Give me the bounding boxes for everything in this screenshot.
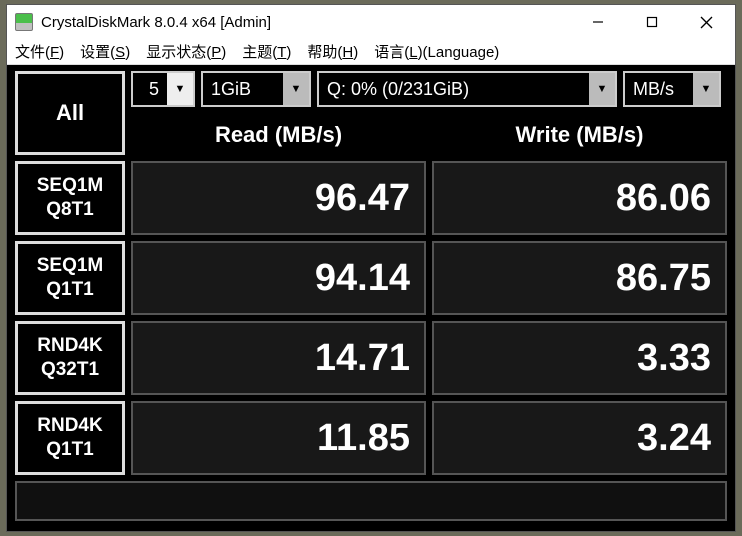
client-area: All 5 ▼ 1GiB ▼ Q: 0% (0/231GiB) ▼ MB/s ▼…	[7, 65, 735, 531]
test-size-select[interactable]: 1GiB ▼	[201, 71, 311, 107]
menu-language[interactable]: 语言(L)(Language)	[374, 41, 499, 62]
column-headers: Read (MB/s) Write (MB/s)	[15, 115, 727, 155]
test-button-seq1m-q1t1[interactable]: SEQ1M Q1T1	[15, 241, 125, 315]
test-label-line2: Q8T1	[46, 198, 94, 222]
test-label-line1: RND4K	[37, 414, 102, 438]
test-button-rnd4k-q1t1[interactable]: RND4K Q1T1	[15, 401, 125, 475]
maximize-icon	[646, 16, 658, 28]
write-header: Write (MB/s)	[432, 122, 727, 148]
read-value: 94.14	[131, 241, 426, 315]
chevron-down-icon: ▼	[167, 73, 193, 105]
chevron-down-icon: ▼	[589, 73, 615, 105]
top-controls-row: All 5 ▼ 1GiB ▼ Q: 0% (0/231GiB) ▼ MB/s ▼	[15, 71, 727, 111]
menu-display-state[interactable]: 显示状态(P)	[146, 41, 226, 62]
run-count-select[interactable]: 5 ▼	[131, 71, 195, 107]
drive-select[interactable]: Q: 0% (0/231GiB) ▼	[317, 71, 617, 107]
test-button-rnd4k-q32t1[interactable]: RND4K Q32T1	[15, 321, 125, 395]
test-row-seq1m-q1t1: SEQ1M Q1T1 94.14 86.75	[15, 241, 727, 315]
test-label-line1: RND4K	[37, 334, 102, 358]
minimize-button[interactable]	[571, 5, 625, 39]
test-row-seq1m-q8t1: SEQ1M Q8T1 96.47 86.06	[15, 161, 727, 235]
menu-help[interactable]: 帮助(H)	[307, 41, 358, 62]
minimize-icon	[592, 16, 604, 28]
maximize-button[interactable]	[625, 5, 679, 39]
chevron-down-icon: ▼	[693, 73, 719, 105]
write-value: 3.24	[432, 401, 727, 475]
read-header: Read (MB/s)	[131, 122, 426, 148]
menu-file[interactable]: 文件(F)	[15, 41, 64, 62]
unit-value: MB/s	[625, 79, 693, 100]
test-row-rnd4k-q32t1: RND4K Q32T1 14.71 3.33	[15, 321, 727, 395]
close-icon	[700, 16, 713, 29]
app-icon	[15, 13, 33, 31]
test-label-line2: Q32T1	[41, 358, 99, 382]
window-title: CrystalDiskMark 8.0.4 x64 [Admin]	[41, 14, 571, 31]
test-label-line2: Q1T1	[46, 278, 94, 302]
close-button[interactable]	[679, 5, 733, 39]
read-value: 96.47	[131, 161, 426, 235]
chevron-down-icon: ▼	[283, 73, 309, 105]
menu-theme[interactable]: 主题(T)	[242, 41, 291, 62]
read-value: 11.85	[131, 401, 426, 475]
read-value: 14.71	[131, 321, 426, 395]
write-value: 86.06	[432, 161, 727, 235]
test-row-rnd4k-q1t1: RND4K Q1T1 11.85 3.24	[15, 401, 727, 475]
test-label-line1: SEQ1M	[37, 174, 104, 198]
menubar: 文件(F) 设置(S) 显示状态(P) 主题(T) 帮助(H) 语言(L)(La…	[7, 39, 735, 65]
titlebar: CrystalDiskMark 8.0.4 x64 [Admin]	[7, 5, 735, 39]
drive-value: Q: 0% (0/231GiB)	[319, 79, 589, 100]
run-count-value: 5	[133, 79, 167, 100]
test-label-line1: SEQ1M	[37, 254, 104, 278]
test-button-seq1m-q8t1[interactable]: SEQ1M Q8T1	[15, 161, 125, 235]
menu-settings[interactable]: 设置(S)	[80, 41, 130, 62]
app-window: CrystalDiskMark 8.0.4 x64 [Admin] 文件(F) …	[6, 4, 736, 532]
write-value: 3.33	[432, 321, 727, 395]
test-size-value: 1GiB	[203, 79, 283, 100]
status-bar	[15, 481, 727, 521]
test-label-line2: Q1T1	[46, 438, 94, 462]
write-value: 86.75	[432, 241, 727, 315]
unit-select[interactable]: MB/s ▼	[623, 71, 721, 107]
